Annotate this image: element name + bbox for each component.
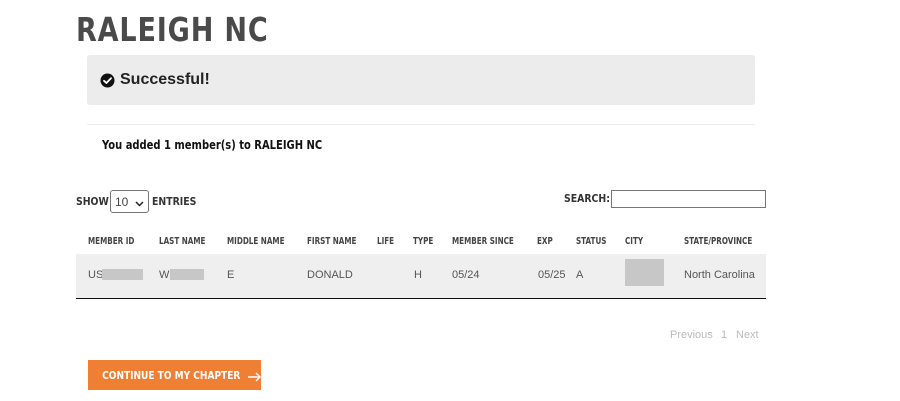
pagination-previous[interactable]: Previous bbox=[670, 329, 713, 341]
alert-message: Successful! bbox=[120, 71, 210, 88]
column-header-city[interactable]: CITY bbox=[625, 236, 643, 247]
continue-to-chapter-button[interactable]: CONTINUE TO MY CHAPTER bbox=[88, 360, 261, 390]
confirmation-message: You added 1 member(s) to RALEIGH NC bbox=[102, 138, 323, 152]
entries-label: ENTRIES bbox=[152, 195, 197, 208]
show-label: SHOW bbox=[76, 195, 109, 208]
column-header-first-name[interactable]: FIRST NAME bbox=[307, 236, 356, 247]
page-title: RALEIGH NC bbox=[76, 10, 269, 49]
success-alert: Successful! bbox=[87, 55, 755, 105]
page-length-select[interactable]: 10 bbox=[110, 190, 149, 213]
column-header-status[interactable]: STATUS bbox=[576, 236, 606, 247]
table-row: US W E DONALD H 05/24 05/25 A North Caro… bbox=[76, 254, 766, 299]
cell-last-name: W bbox=[159, 269, 170, 281]
cell-middle-name: E bbox=[227, 269, 235, 281]
redacted-last-name bbox=[170, 269, 204, 280]
cell-member-since: 05/24 bbox=[452, 269, 480, 281]
cell-status: A bbox=[576, 269, 584, 281]
column-header-member-id[interactable]: MEMBER ID bbox=[88, 236, 134, 247]
members-table: MEMBER ID LAST NAME MIDDLE NAME FIRST NA… bbox=[76, 227, 766, 299]
continue-button-label: CONTINUE TO MY CHAPTER bbox=[102, 368, 241, 382]
pagination-page-1[interactable]: 1 bbox=[721, 329, 727, 341]
search-input[interactable] bbox=[611, 190, 766, 208]
arrow-right-icon bbox=[247, 370, 262, 382]
search-label: SEARCH: bbox=[564, 192, 610, 205]
redacted-city bbox=[625, 259, 664, 286]
column-header-life[interactable]: LIFE bbox=[377, 236, 394, 247]
cell-type: H bbox=[414, 269, 422, 281]
divider bbox=[87, 124, 755, 125]
cell-exp: 05/25 bbox=[538, 269, 566, 281]
page-length-value: 10 bbox=[115, 194, 129, 209]
check-circle-icon bbox=[100, 73, 115, 88]
cell-state: North Carolina bbox=[684, 269, 755, 281]
chevron-down-icon bbox=[135, 197, 144, 207]
table-header: MEMBER ID LAST NAME MIDDLE NAME FIRST NA… bbox=[76, 227, 766, 254]
redacted-member-id bbox=[102, 269, 143, 280]
column-header-last-name[interactable]: LAST NAME bbox=[159, 236, 205, 247]
pagination-next[interactable]: Next bbox=[736, 329, 759, 341]
column-header-middle-name[interactable]: MIDDLE NAME bbox=[227, 236, 284, 247]
column-header-exp[interactable]: EXP bbox=[537, 236, 553, 247]
column-header-type[interactable]: TYPE bbox=[413, 236, 433, 247]
cell-member-id: US bbox=[88, 269, 104, 281]
column-header-member-since[interactable]: MEMBER SINCE bbox=[452, 236, 514, 247]
cell-first-name: DONALD bbox=[307, 269, 353, 281]
column-header-state[interactable]: STATE/PROVINCE bbox=[684, 236, 752, 247]
